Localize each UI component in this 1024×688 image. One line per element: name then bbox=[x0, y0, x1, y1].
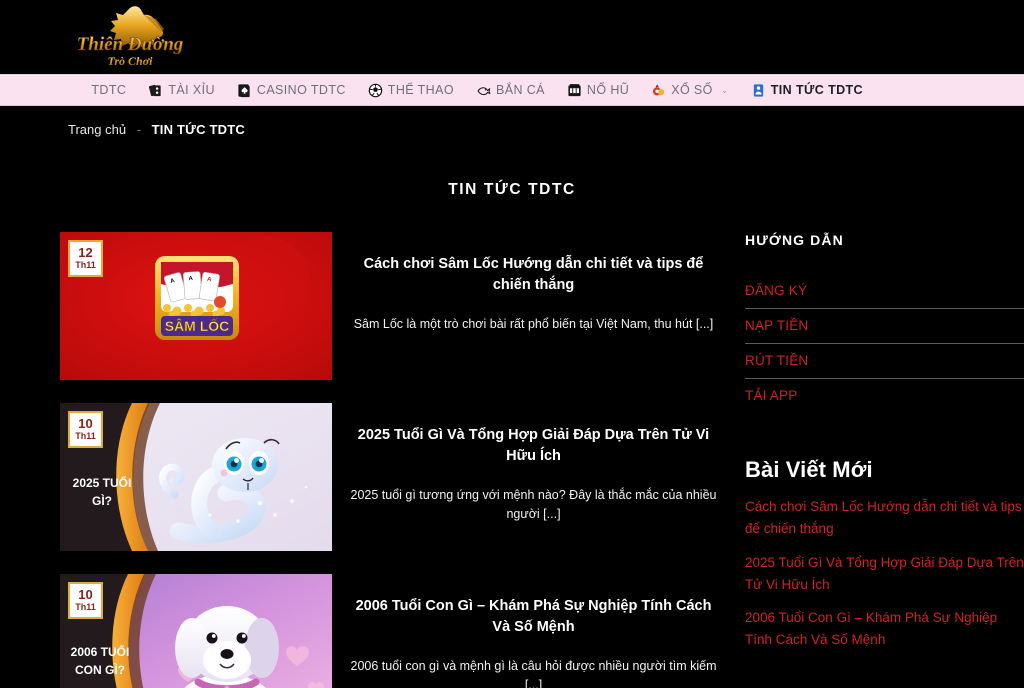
nav-item-tdtc[interactable]: TDTC bbox=[80, 83, 137, 97]
nav-item-ban-ca[interactable]: BẮN CÁ bbox=[465, 83, 556, 98]
svg-text:SÂM LỐC: SÂM LỐC bbox=[165, 317, 230, 334]
article-card[interactable]: A A A SÂM LỐC 12 Th11 Cách chơi Sâm Lốc … bbox=[0, 232, 735, 380]
breadcrumb-home-link[interactable]: Trang chủ bbox=[68, 122, 126, 137]
sidebar-link-rut-tien[interactable]: RÚT TIỀN bbox=[745, 343, 1024, 378]
fish-icon bbox=[476, 83, 491, 98]
nav-label: TDTC bbox=[91, 83, 127, 97]
article-date-badge: 10 Th11 bbox=[68, 411, 103, 448]
sidebar-recent-title: Bài Viết Mới bbox=[745, 457, 873, 482]
svg-text:GÌ?: GÌ? bbox=[92, 493, 112, 508]
article-card[interactable]: 2006 TUỔI CON GÌ? 10 Th11 2006 Tuổi Con … bbox=[0, 574, 735, 688]
article-date-badge: 10 Th11 bbox=[68, 582, 103, 619]
article-thumbnail[interactable]: A A A SÂM LỐC 12 Th11 bbox=[60, 232, 332, 380]
article-excerpt: Sâm Lốc là một trò chơi bài rất phổ biến… bbox=[353, 317, 714, 332]
site-header: Thiên Đường Trò Chơi bbox=[0, 0, 1024, 74]
main-navigation[interactable]: TDTC TÀI XỈU CASINO TDTC THỂ THAO BẮN CÁ… bbox=[0, 74, 1024, 106]
article-title[interactable]: 2006 Tuổi Con Gì – Khám Phá Sự Nghiệp Tí… bbox=[350, 596, 717, 638]
article-body: Cách chơi Sâm Lốc Hướng dẫn chi tiết và … bbox=[332, 232, 735, 380]
cards-icon bbox=[148, 83, 163, 98]
nav-label: BẮN CÁ bbox=[495, 83, 545, 97]
chevron-down-icon[interactable]: ⌄ bbox=[721, 85, 729, 95]
spade-icon bbox=[237, 83, 252, 98]
nav-item-tin-tuc-tdtc[interactable]: TIN TỨC TDTC bbox=[740, 83, 874, 98]
badge-day: 10 bbox=[78, 416, 93, 432]
sidebar-guide-links: ĐĂNG KÝ NẠP TIỀN RÚT TIỀN TẢI APP bbox=[745, 274, 1024, 413]
badge-month: Th11 bbox=[75, 259, 96, 270]
nav-label: CASINO TDTC bbox=[256, 83, 346, 97]
sidebar-link-nap-tien[interactable]: NẠP TIỀN bbox=[745, 308, 1024, 343]
nav-label: TÀI XỈU bbox=[168, 83, 215, 97]
breadcrumb-current: TIN TỨC TDTC bbox=[151, 122, 245, 137]
breadcrumb: Trang chủ - TIN TỨC TDTC bbox=[0, 106, 1024, 137]
sidebar-guide-title: HƯỚNG DẪN bbox=[745, 232, 844, 248]
nav-label: XỔ SỐ bbox=[671, 83, 713, 97]
svg-text:2006 TUỔI: 2006 TUỔI bbox=[71, 644, 130, 659]
sidebar-link-dang-ky[interactable]: ĐĂNG KÝ bbox=[745, 274, 1024, 308]
news-icon bbox=[751, 83, 766, 98]
page-title: TIN TỨC TDTC bbox=[448, 181, 576, 198]
article-excerpt: 2025 tuổi gì tương ứng với mệnh nào? Đây… bbox=[350, 488, 717, 522]
sidebar-recent-post[interactable]: 2025 Tuổi Gì Và Tổng Hợp Giải Đáp Dựa Tr… bbox=[745, 552, 1024, 596]
article-title[interactable]: Cách chơi Sâm Lốc Hướng dẫn chi tiết và … bbox=[350, 254, 717, 296]
site-logo[interactable]: Thiên Đường Trò Chơi bbox=[60, 2, 200, 72]
sidebar: HƯỚNG DẪN ĐĂNG KÝ NẠP TIỀN RÚT TIỀN TẢI … bbox=[735, 232, 1024, 688]
article-body: 2025 Tuổi Gì Và Tổng Hợp Giải Đáp Dựa Tr… bbox=[332, 403, 735, 551]
sidebar-recent-post[interactable]: 2006 Tuổi Con Gì – Khám Phá Sự Nghiệp Tí… bbox=[745, 607, 1024, 651]
badge-month: Th11 bbox=[75, 601, 96, 612]
badge-day: 12 bbox=[78, 245, 93, 261]
lottery-icon bbox=[651, 83, 666, 98]
article-thumbnail[interactable]: 2006 TUỔI CON GÌ? 10 Th11 bbox=[60, 574, 332, 688]
article-date-badge: 12 Th11 bbox=[68, 240, 103, 277]
breadcrumb-separator: - bbox=[136, 122, 142, 137]
soccer-icon bbox=[368, 83, 383, 98]
logo-text-line1: Thiên Đường bbox=[77, 34, 184, 55]
logo-text-line2: Trò Chơi bbox=[107, 54, 153, 68]
nav-item-no-hu[interactable]: NỔ HŨ bbox=[556, 83, 640, 98]
nav-label: THỂ THAO bbox=[387, 83, 454, 97]
content-wrapper: A A A SÂM LỐC 12 Th11 Cách chơi Sâm Lốc … bbox=[0, 232, 1024, 688]
sidebar-recent-posts: Cách chơi Sâm Lốc Hướng dẫn chi tiết và … bbox=[745, 496, 1024, 651]
badge-month: Th11 bbox=[75, 430, 96, 441]
nav-item-tai-xiu[interactable]: TÀI XỈU bbox=[137, 83, 226, 98]
article-title[interactable]: 2025 Tuổi Gì Và Tổng Hợp Giải Đáp Dựa Tr… bbox=[350, 425, 717, 467]
svg-text:2025 TUỔI: 2025 TUỔI bbox=[73, 475, 132, 490]
article-excerpt: 2006 tuổi con gì và mệnh gì là câu hỏi đ… bbox=[350, 659, 717, 688]
article-card[interactable]: 2025 TUỔI GÌ? 10 Th11 2025 Tuổi Gì Và Tổ… bbox=[0, 403, 735, 551]
article-list: A A A SÂM LỐC 12 Th11 Cách chơi Sâm Lốc … bbox=[0, 232, 735, 688]
nav-item-xo-so[interactable]: XỔ SỐ ⌄ bbox=[640, 83, 740, 98]
nav-label: TIN TỨC TDTC bbox=[770, 83, 863, 97]
article-body: 2006 Tuổi Con Gì – Khám Phá Sự Nghiệp Tí… bbox=[332, 574, 735, 688]
slot-icon bbox=[567, 83, 582, 98]
nav-label: NỔ HŨ bbox=[586, 83, 630, 97]
article-thumbnail[interactable]: 2025 TUỔI GÌ? 10 Th11 bbox=[60, 403, 332, 551]
sidebar-recent-post[interactable]: Cách chơi Sâm Lốc Hướng dẫn chi tiết và … bbox=[745, 496, 1024, 540]
badge-day: 10 bbox=[78, 587, 93, 603]
sidebar-link-tai-app[interactable]: TẢI APP bbox=[745, 378, 1024, 413]
nav-item-casino-tdtc[interactable]: CASINO TDTC bbox=[226, 83, 357, 98]
nav-item-the-thao[interactable]: THỂ THAO bbox=[357, 83, 465, 98]
svg-text:CON GÌ?: CON GÌ? bbox=[75, 662, 125, 677]
